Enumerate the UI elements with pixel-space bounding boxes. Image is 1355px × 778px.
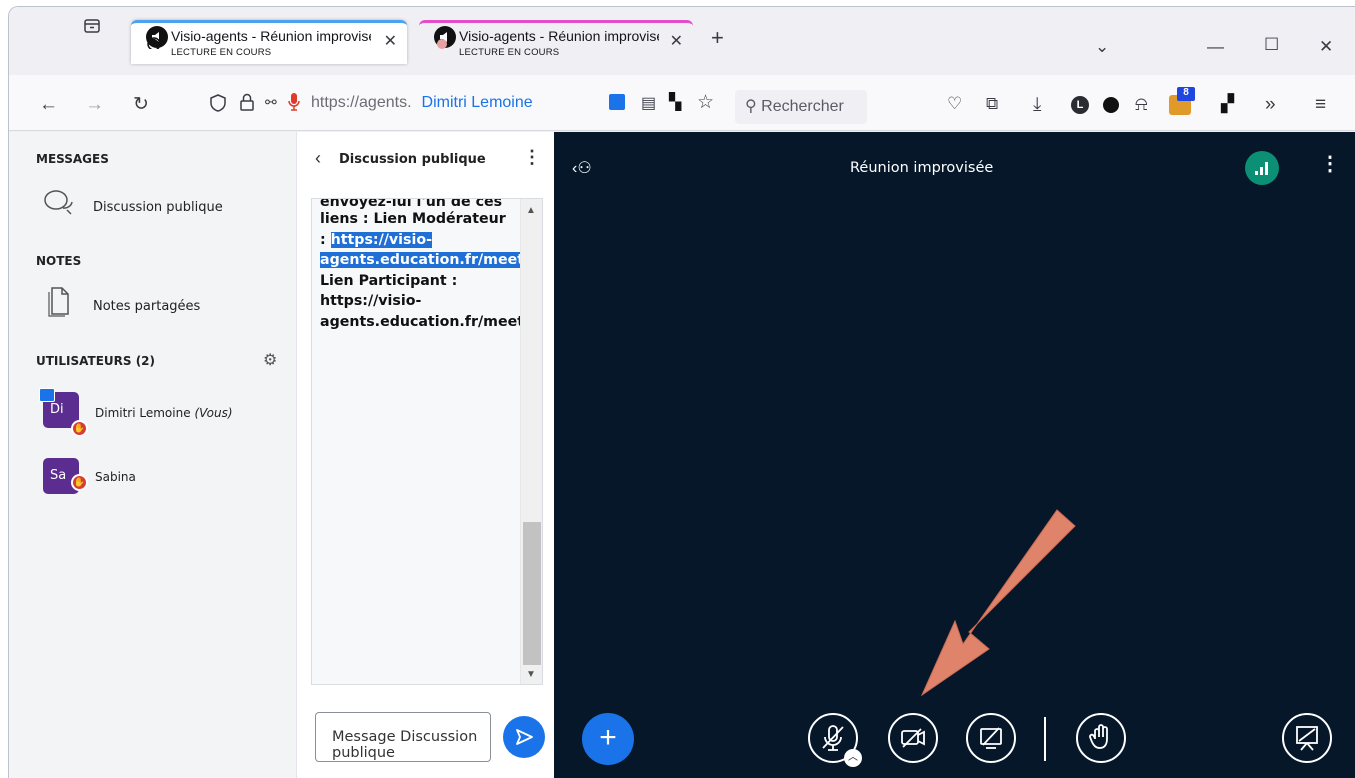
annotation-arrow <box>920 509 1076 697</box>
browser-window: Visio-agents - Réunion improvisée LECTUR… <box>8 6 1355 778</box>
